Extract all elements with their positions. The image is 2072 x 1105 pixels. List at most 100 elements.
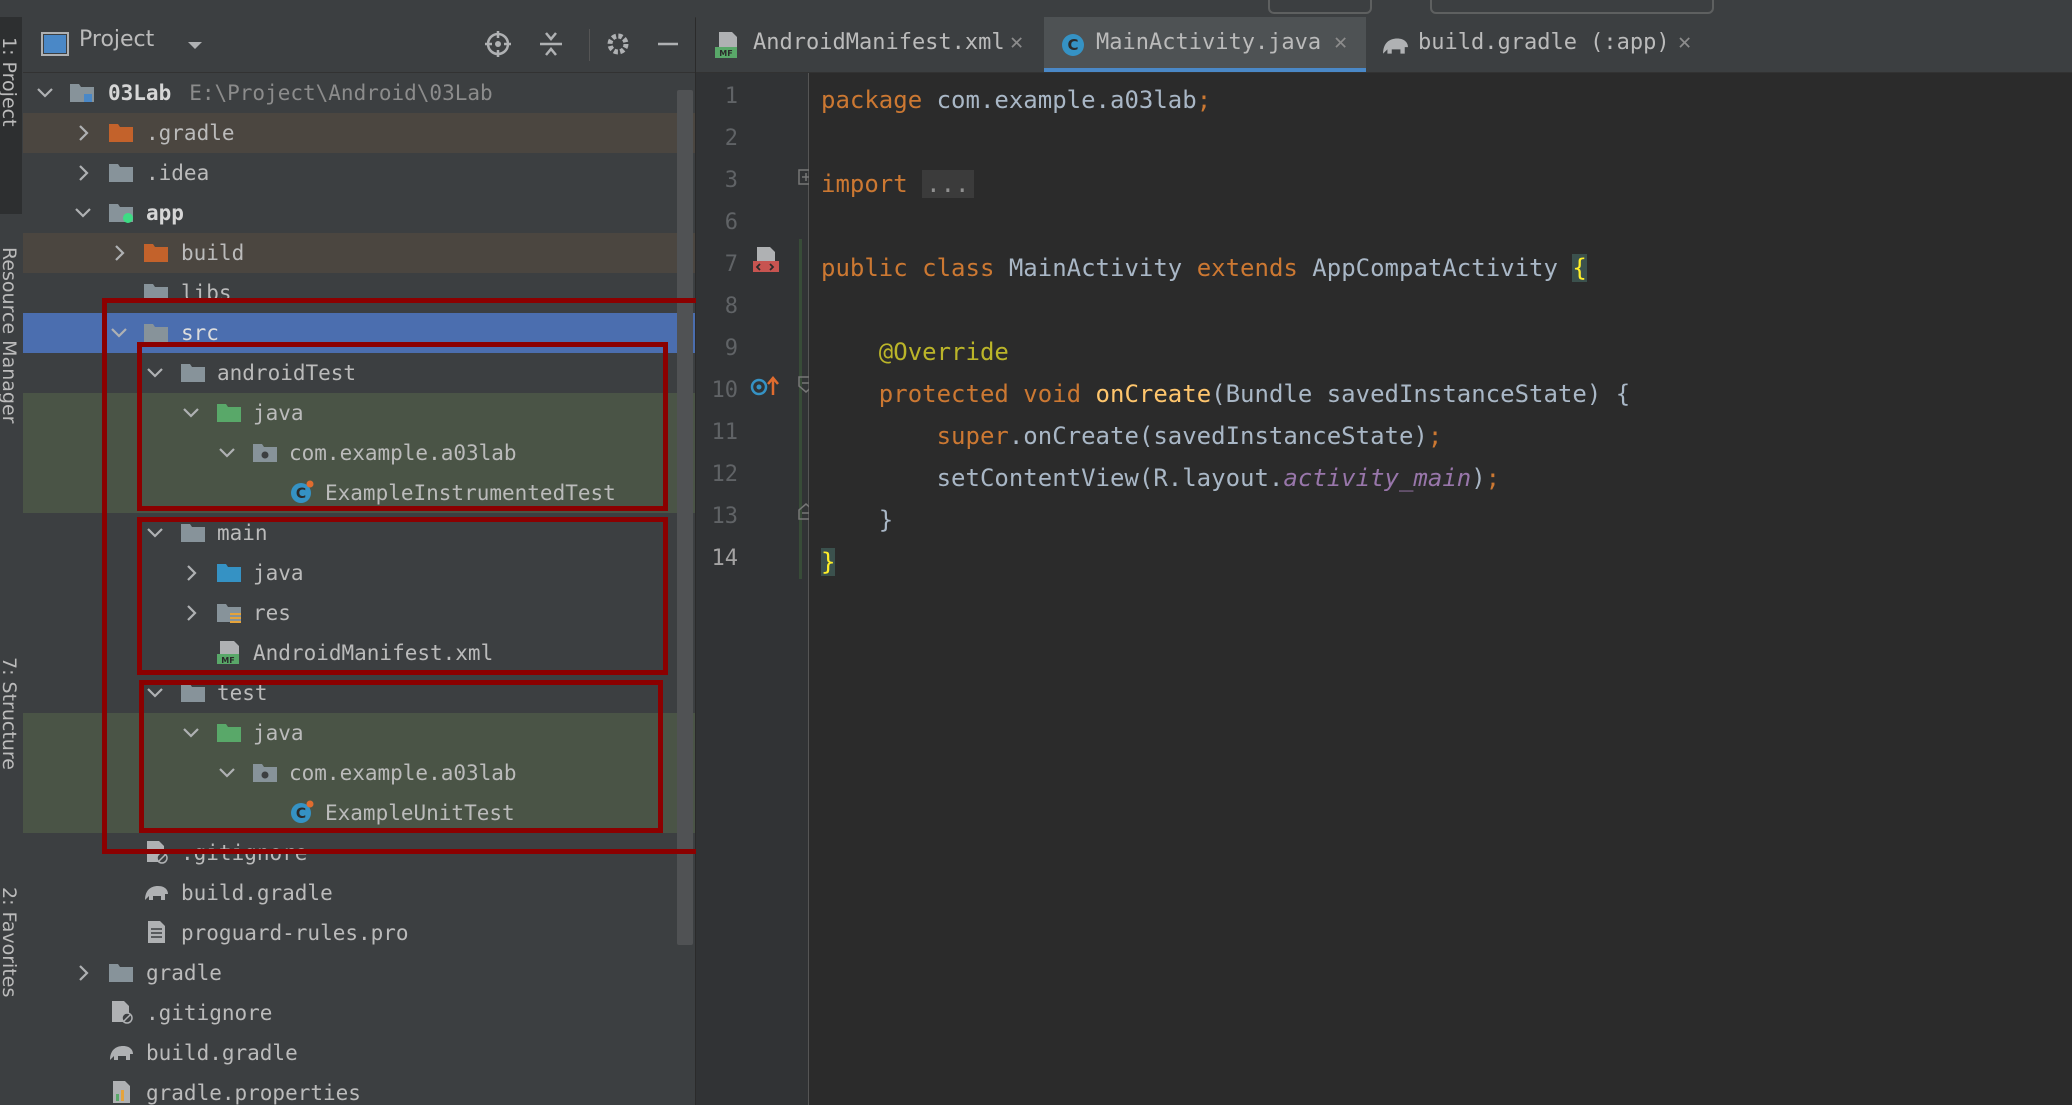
tree-label: .gitignore (146, 1001, 273, 1025)
gradle-elephant-icon (1383, 38, 1408, 54)
tab-build-gradle-app[interactable]: build.gradle (:app) ✕ (1366, 17, 1706, 72)
tree-label: build.gradle (181, 881, 333, 905)
folder-icon (109, 164, 133, 182)
code-token: AppCompatActivity (1297, 254, 1573, 282)
tab-label: MainActivity.java (1096, 30, 1322, 55)
tree-label: .idea (146, 161, 210, 185)
folder-icon (109, 964, 133, 982)
highlight-box-androidtest (137, 342, 668, 511)
class-badge: C (1067, 36, 1078, 54)
tool-stripe-structure[interactable]: 7: Structure (0, 657, 20, 770)
tree-label: 03Lab (108, 81, 172, 105)
tree-item-idea[interactable]: .idea (23, 153, 695, 193)
close-icon[interactable]: ✕ (1678, 17, 1691, 69)
project-panel-title[interactable]: Project (79, 27, 154, 52)
editor-tab-bar: MF AndroidManifest.xml ✕ C MainActivity.… (696, 17, 2072, 73)
code-token: .onCreate(savedInstanceState) (1008, 422, 1428, 450)
toolbar-device-field[interactable] (1430, 0, 1714, 14)
tree-item-build[interactable]: build (23, 233, 695, 273)
code-token: onCreate (1095, 380, 1212, 408)
code-token: ; (1485, 464, 1501, 492)
tab-androidmanifest[interactable]: MF AndroidManifest.xml ✕ (696, 17, 1044, 72)
vcs-change-marker (799, 239, 802, 579)
tree-item-gradle-cache[interactable]: .gradle (23, 113, 695, 153)
highlight-box-main (137, 517, 668, 675)
minimize-icon[interactable] (653, 29, 683, 59)
tool-stripe-project[interactable]: 1: Project (0, 37, 20, 127)
code-token: ) (1471, 464, 1486, 492)
code-token: extends (1196, 254, 1298, 282)
code-line-11: super.onCreate(savedInstanceState); (821, 415, 1443, 457)
class-icon: C (1062, 34, 1084, 56)
folded-imports[interactable]: ... (922, 170, 974, 198)
locate-target-icon[interactable] (483, 29, 513, 59)
highlight-box-test (139, 680, 663, 833)
tree-item-gradle-properties[interactable]: gradle.properties (23, 1073, 695, 1105)
chevron-down-icon[interactable] (35, 73, 55, 113)
tool-stripe-favorites[interactable]: 2: Favorites (0, 887, 20, 997)
tree-label: .gradle (146, 121, 235, 145)
code-token: ; (1196, 86, 1212, 114)
folder-icon (109, 124, 133, 142)
project-view-icon (41, 32, 69, 56)
code-line-12: setContentView(R.layout.activity_main); (821, 457, 1501, 499)
chevron-down-icon[interactable] (185, 35, 205, 55)
chevron-right-icon[interactable] (109, 233, 129, 273)
code-token: import (821, 170, 908, 198)
tab-label: AndroidManifest.xml (753, 30, 1005, 55)
tree-item-root-gitignore[interactable]: .gitignore (23, 993, 695, 1033)
header-divider (589, 29, 590, 61)
code-line-14: } (821, 541, 836, 583)
tool-stripe-resource-manager[interactable]: Resource Manager (0, 247, 20, 423)
tree-item-gradle[interactable]: gradle (23, 953, 695, 993)
chevron-right-icon[interactable] (73, 113, 93, 153)
override-method-icon[interactable] (748, 373, 782, 399)
gradle-elephant-icon (110, 1046, 133, 1060)
tree-item-app-build-gradle[interactable]: build.gradle (23, 873, 695, 913)
code-line-10: protected void onCreate(Bundle savedInst… (821, 373, 1630, 415)
tab-label: build.gradle (:app) (1418, 30, 1670, 55)
code-token: package (821, 86, 923, 114)
code-token: (Bundle savedInstanceState) { (1211, 380, 1631, 408)
code-editor[interactable]: package com.example.a03lab; import ... p… (809, 73, 2072, 1105)
code-token: } (821, 548, 836, 576)
android-module-icon (109, 204, 133, 223)
code-token: } (878, 506, 894, 534)
tree-label: gradle.properties (146, 1081, 361, 1105)
code-token: MainActivity (994, 254, 1197, 282)
properties-file-icon (113, 1081, 130, 1103)
text-file-icon (148, 921, 165, 943)
tree-item-app[interactable]: app (23, 193, 695, 233)
toolbar-run-config-field[interactable] (1268, 0, 1372, 14)
tab-mainactivity[interactable]: C MainActivity.java ✕ (1044, 17, 1366, 72)
code-token: com.example.a03lab (922, 86, 1197, 114)
tree-item-root-build-gradle[interactable]: build.gradle (23, 1033, 695, 1073)
tree-label: build.gradle (146, 1041, 298, 1065)
collapse-all-icon[interactable] (536, 29, 566, 59)
code-line-7: public class MainActivity extends AppCom… (821, 247, 1587, 289)
gitignore-file-icon (112, 1001, 133, 1024)
code-token: @Override (878, 338, 1009, 366)
close-icon[interactable]: ✕ (1010, 17, 1023, 69)
tree-label: app (146, 201, 184, 225)
line-number: 14 (711, 546, 739, 571)
close-icon[interactable]: ✕ (1334, 17, 1347, 69)
manifest-badge: MF (719, 49, 732, 58)
code-token: class (922, 254, 995, 282)
layout-file-icon[interactable] (750, 245, 780, 275)
folder-icon (144, 244, 168, 262)
tree-path: E:\Project\Android\03Lab (189, 81, 493, 105)
tree-item-proguard[interactable]: proguard-rules.pro (23, 913, 695, 953)
editor-gutter: 1 2 3 6 7 8 9 10 11 12 13 14 (696, 73, 814, 1105)
module-folder-icon (70, 84, 94, 102)
tree-item-03lab[interactable]: 03Lab E:\Project\Android\03Lab (23, 73, 695, 113)
code-token: { (1572, 254, 1587, 282)
code-token: protected (878, 380, 1009, 408)
chevron-right-icon[interactable] (73, 153, 93, 193)
tree-label: gradle (146, 961, 222, 985)
chevron-down-icon[interactable] (73, 193, 93, 233)
left-tool-stripe: 1: Project Resource Manager 7: Structure… (0, 17, 24, 1105)
gear-icon[interactable] (603, 29, 633, 59)
code-line-13: } (821, 499, 893, 541)
chevron-right-icon[interactable] (73, 953, 93, 993)
